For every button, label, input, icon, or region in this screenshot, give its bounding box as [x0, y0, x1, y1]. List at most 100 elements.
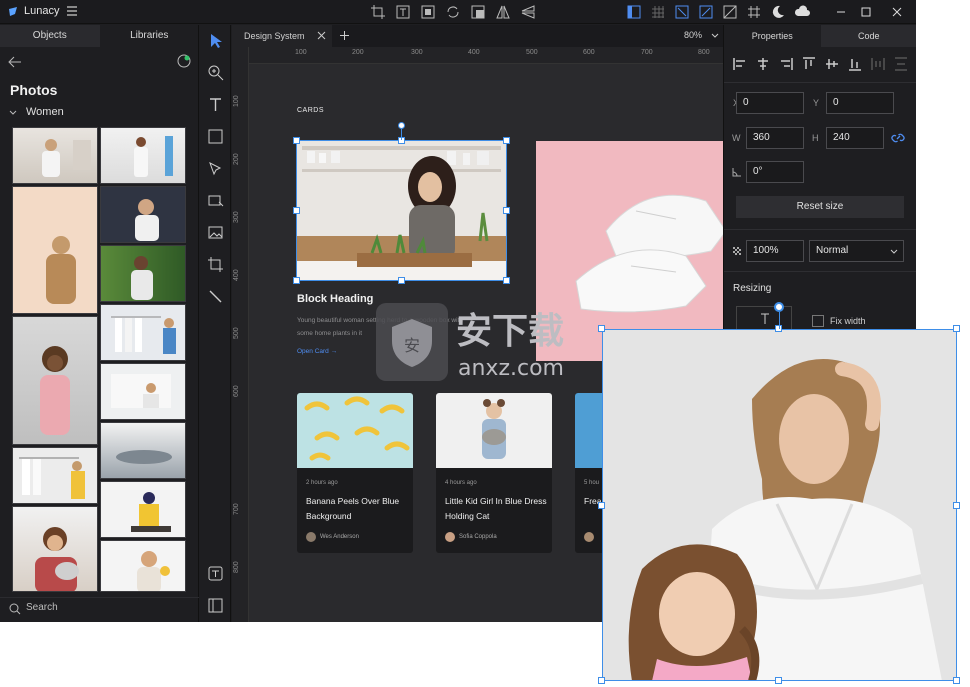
crop-icon[interactable]	[370, 4, 386, 20]
tab-design-system[interactable]: Design System	[232, 25, 332, 47]
photo-thumbnail[interactable]	[12, 186, 98, 314]
mask-icon[interactable]	[470, 4, 486, 20]
text-tool-icon[interactable]	[207, 96, 224, 113]
category-label[interactable]: Women	[26, 106, 64, 118]
photo-thumbnail[interactable]	[100, 540, 186, 592]
resize-handle[interactable]	[953, 502, 960, 509]
zoom-tool-icon[interactable]	[207, 64, 224, 81]
new-tab-plus-icon[interactable]	[339, 30, 350, 41]
panel-toggle-icon[interactable]	[207, 597, 224, 614]
tab-code[interactable]: Code	[820, 25, 916, 47]
watermark-cn-text: 安下载	[456, 311, 564, 352]
pattern-icon[interactable]	[722, 4, 738, 20]
card[interactable]: 2 hours ago Banana Peels Over Blue Backg…	[297, 393, 413, 553]
resize-handle[interactable]	[953, 677, 960, 684]
width-field[interactable]: 360	[746, 127, 804, 149]
resize-handle[interactable]	[503, 137, 510, 144]
reset-size-button[interactable]: Reset size	[736, 196, 904, 218]
block-heading: Block Heading	[297, 293, 374, 305]
photo-thumbnail[interactable]	[100, 127, 186, 184]
align-left-icon[interactable]	[732, 57, 748, 71]
zoom-dropdown-chevron-icon[interactable]	[711, 33, 719, 39]
resize-handle[interactable]	[598, 677, 605, 684]
search-bar[interactable]: Search	[0, 597, 199, 622]
align-center-icon[interactable]	[755, 57, 771, 71]
line-tool-icon[interactable]	[207, 288, 224, 305]
image-tool-icon[interactable]	[207, 224, 224, 241]
flip-horizontal-icon[interactable]	[495, 4, 511, 20]
photo-thumbnail[interactable]	[12, 506, 98, 592]
flip-vertical-icon[interactable]	[520, 4, 536, 20]
resize-handle[interactable]	[293, 137, 300, 144]
rotation-handle[interactable]	[774, 302, 784, 312]
image-frame-icon[interactable]	[420, 4, 436, 20]
opacity-field[interactable]: 100%	[746, 240, 804, 262]
globe-icon[interactable]	[177, 54, 191, 68]
align-middle-icon[interactable]	[824, 57, 840, 71]
hotspot-tool-icon[interactable]	[207, 192, 224, 209]
photo-thumbnail[interactable]	[100, 363, 186, 420]
resize-handle[interactable]	[503, 207, 510, 214]
photo-thumbnail[interactable]	[100, 422, 186, 479]
select-tool-icon[interactable]	[207, 32, 224, 49]
align-top-icon[interactable]	[801, 57, 817, 71]
photo-thumbnail[interactable]	[100, 245, 186, 302]
photo-thumbnail[interactable]	[12, 447, 98, 504]
dark-mode-icon[interactable]	[770, 4, 786, 20]
ruler-tick: 400	[233, 269, 240, 281]
photo-thumbnail[interactable]	[100, 186, 186, 243]
close-tab-icon[interactable]	[317, 31, 326, 40]
resize-handle[interactable]	[293, 207, 300, 214]
height-field[interactable]: 240	[826, 127, 884, 149]
x-field[interactable]: 0	[736, 92, 804, 114]
banana-peels-image	[297, 393, 413, 468]
text-frame-icon[interactable]	[395, 4, 411, 20]
rotation-field[interactable]: 0°	[746, 161, 804, 183]
opacity-icon	[733, 247, 741, 255]
slice-tool-icon[interactable]	[207, 256, 224, 273]
anxz-watermark: 安 安下载 anxz.com	[376, 303, 564, 381]
y-field[interactable]: 0	[826, 92, 894, 114]
photo-thumbnail[interactable]	[12, 127, 98, 184]
photo-thumbnail[interactable]	[12, 316, 98, 445]
photo-thumbnail[interactable]	[100, 481, 186, 538]
distribute-vertical-icon[interactable]	[893, 57, 909, 71]
fix-width-checkbox[interactable]	[812, 315, 824, 327]
back-arrow-icon[interactable]	[8, 56, 22, 68]
pen-tool-icon[interactable]	[207, 160, 224, 177]
align-bottom-icon[interactable]	[847, 57, 863, 71]
snap-icon[interactable]	[674, 4, 690, 20]
resize-handle[interactable]	[598, 325, 605, 332]
search-input[interactable]: Search	[26, 602, 58, 613]
resize-handle[interactable]	[598, 502, 605, 509]
open-card-link[interactable]: Open Card →	[297, 348, 337, 355]
tab-libraries[interactable]: Libraries	[100, 25, 200, 47]
resize-handle[interactable]	[503, 277, 510, 284]
refresh-icon[interactable]	[445, 4, 461, 20]
grid-icon[interactable]	[746, 4, 762, 20]
rotation-handle[interactable]	[398, 122, 405, 129]
card[interactable]: 4 hours ago Little Kid Girl In Blue Dres…	[436, 393, 552, 553]
resize-handle[interactable]	[293, 277, 300, 284]
zoom-level[interactable]: 80%	[684, 30, 702, 40]
distribute-horizontal-icon[interactable]	[870, 57, 886, 71]
cloud-upload-icon[interactable]	[794, 4, 810, 20]
resize-handle[interactable]	[775, 677, 782, 684]
blend-mode-select[interactable]: Normal	[809, 240, 904, 262]
maximize-button[interactable]	[851, 0, 881, 24]
text-frame-tool-icon[interactable]	[207, 565, 224, 582]
tab-properties[interactable]: Properties	[724, 25, 821, 47]
guides-icon[interactable]	[698, 4, 714, 20]
resize-handle[interactable]	[953, 325, 960, 332]
tab-objects[interactable]: Objects	[0, 25, 100, 47]
photo-thumbnail[interactable]	[100, 304, 186, 361]
resize-handle[interactable]	[398, 277, 405, 284]
close-button[interactable]	[882, 0, 912, 24]
pixel-grid-icon[interactable]	[650, 4, 666, 20]
layout-left-icon[interactable]	[626, 4, 642, 20]
rectangle-tool-icon[interactable]	[207, 128, 224, 145]
link-proportions-icon[interactable]	[891, 131, 905, 145]
hamburger-menu-icon[interactable]	[66, 5, 78, 17]
align-right-icon[interactable]	[778, 57, 794, 71]
chevron-down-icon[interactable]	[9, 109, 17, 117]
